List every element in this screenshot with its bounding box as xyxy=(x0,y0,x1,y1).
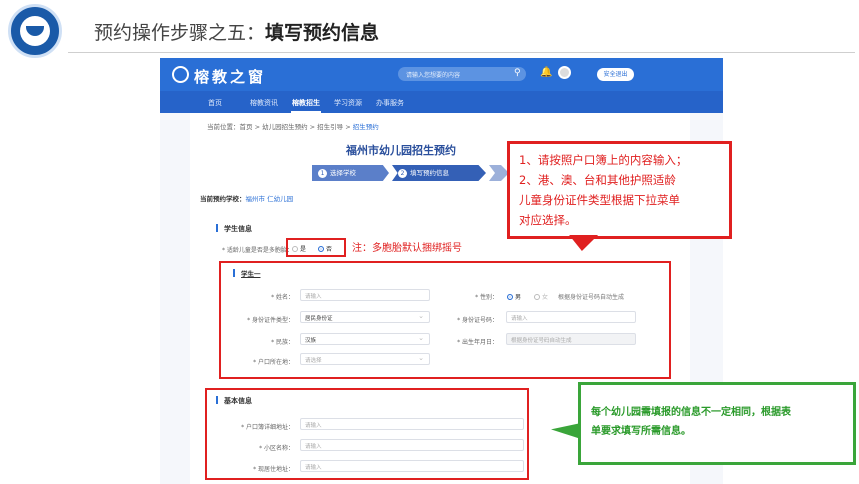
nav-item-home[interactable]: 首页 xyxy=(208,98,222,108)
birthdate-label: * 出生年月日： xyxy=(457,339,498,346)
gender-hint: 根据身份证号码自动生成 xyxy=(558,294,625,301)
search-input[interactable]: 请输入您想要的内容 xyxy=(398,67,526,81)
id-number-label: * 身份证号码： xyxy=(457,317,498,324)
id-type-select[interactable]: 居民身份证 xyxy=(300,311,430,323)
bell-icon[interactable]: 🔔 xyxy=(540,67,552,78)
red-callout-line-1: 1、请按照户口簿上的内容输入； xyxy=(519,153,688,167)
current-school: 当前预约学校：福州市 仁幼儿园 xyxy=(200,195,294,203)
hukou-select[interactable]: 请选择 xyxy=(300,353,430,365)
residence-label: * 现居住地址： xyxy=(253,466,294,473)
hukou-label: * 户口所在地： xyxy=(253,359,294,366)
brand-name: 榕教之窗 xyxy=(194,68,267,86)
step-fill-info: 2 填写预约信息 xyxy=(392,165,486,181)
birthdate-input[interactable]: 根据身份证号码自动生成 xyxy=(506,333,636,345)
gender-label: * 性别： xyxy=(475,294,498,301)
hukou-address-input[interactable]: 请输入 xyxy=(300,418,524,430)
multi-birth-note: 注：多胞胎默认捆绑摇号 xyxy=(352,243,462,254)
nav-item-news[interactable]: 榕教资讯 xyxy=(250,98,278,108)
avatar[interactable] xyxy=(558,66,571,79)
breadcrumb: 当前位置：首页 > 幼儿园招生预约 > 招生引导 > 招生预约 xyxy=(207,123,379,131)
red-callout-pointer xyxy=(569,235,604,251)
id-number-input[interactable]: 请输入 xyxy=(506,311,636,323)
logout-button[interactable]: 安全退出 xyxy=(597,68,634,81)
red-callout-line-2: 2、港、澳、台和其他护照适龄 xyxy=(519,173,676,187)
ethnic-select[interactable]: 汉族 xyxy=(300,333,430,345)
community-input[interactable]: 请输入 xyxy=(300,439,524,451)
main-nav xyxy=(160,91,723,113)
multi-birth-label: * 适龄儿童是否是多胞胎： xyxy=(222,247,293,254)
id-type-label: * 身份证件类型： xyxy=(247,317,294,324)
gender-female[interactable]: 女 xyxy=(534,292,548,301)
section-basic-info: 基本信息 xyxy=(216,396,252,406)
section-student-info: 学生信息 xyxy=(216,224,252,234)
nav-item-enrollment[interactable]: 榕教招生 xyxy=(292,98,320,108)
step-select-school: 1 选择学校 xyxy=(312,165,389,181)
ethnic-label: * 民族： xyxy=(271,339,294,346)
multi-birth-yes[interactable]: 是 xyxy=(292,244,306,253)
gender-male[interactable]: 男 xyxy=(507,292,521,301)
slide-title: 预约操作步骤之五：填写预约信息 xyxy=(94,22,380,44)
green-callout-line-1: 每个幼儿园需填报的信息不一定相同，根据表 xyxy=(591,407,791,418)
tab-student-one[interactable]: 学生一 xyxy=(233,268,261,278)
red-callout-line-4: 对应选择。 xyxy=(519,213,577,227)
title-divider xyxy=(68,52,855,53)
kindergarten-logo xyxy=(8,4,62,58)
green-callout: 每个幼儿园需填报的信息不一定相同，根据表 单要求填写所需信息。 xyxy=(578,382,856,465)
nav-item-resources[interactable]: 学习资源 xyxy=(334,98,362,108)
search-icon[interactable]: ⚲ xyxy=(514,68,521,78)
hukou-address-label: * 户口簿详细地址： xyxy=(241,424,294,431)
red-callout-line-3: 儿童身份证件类型根据下拉菜单 xyxy=(519,193,680,207)
red-callout: 1、请按照户口簿上的内容输入； 2、港、澳、台和其他护照适龄 儿童身份证件类型根… xyxy=(507,141,732,239)
name-input[interactable]: 请输入 xyxy=(300,289,430,301)
green-callout-line-2: 单要求填写所需信息。 xyxy=(591,426,691,437)
name-label: * 姓名： xyxy=(271,294,294,301)
multi-birth-no[interactable]: 否 xyxy=(318,244,332,253)
page-title: 福州市幼儿园招生预约 xyxy=(346,144,456,157)
community-label: * 小区名称： xyxy=(259,445,294,452)
nav-item-services[interactable]: 办事服务 xyxy=(376,98,404,108)
residence-input[interactable]: 请输入 xyxy=(300,460,524,472)
brand-logo-icon xyxy=(172,66,189,83)
